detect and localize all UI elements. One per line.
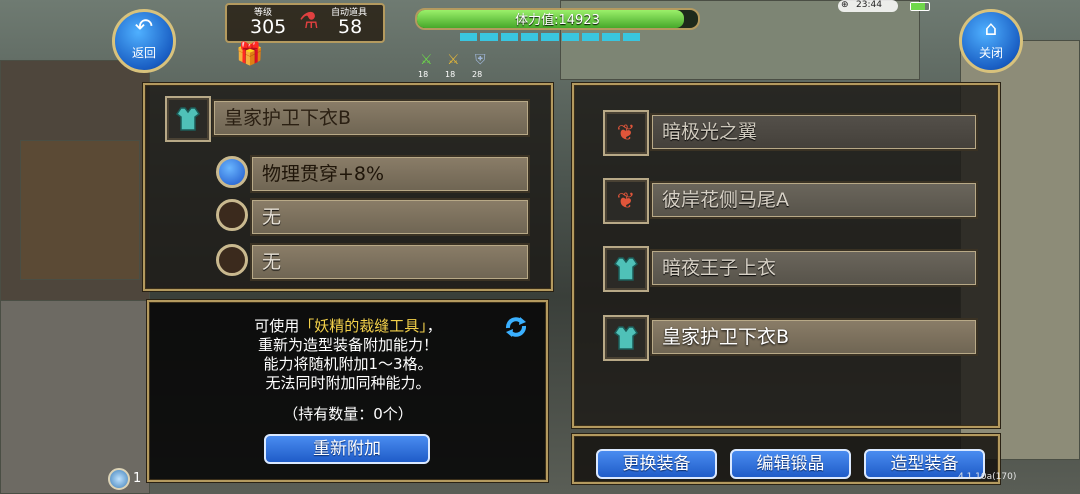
info-line1-suffix: ， <box>426 317 442 335</box>
equip-3-row[interactable]: 暗夜王子上衣 <box>650 249 978 287</box>
battery-icon <box>910 2 930 11</box>
equip-2-row[interactable]: 彼岸花侧马尾A <box>650 181 978 219</box>
ability-2-orb <box>216 199 248 231</box>
armor-icon <box>175 107 201 131</box>
reattach-button[interactable]: 重新附加 <box>264 434 430 464</box>
equip-4-name: 皇家护卫下衣B <box>662 326 790 348</box>
buff-1-value: 18 <box>418 70 429 79</box>
armor-icon <box>613 257 639 281</box>
item-name: 皇家护卫下衣B <box>224 107 352 129</box>
info-line-1: 可使用「妖精的裁缝工具」， <box>158 317 538 336</box>
gift-icon[interactable]: 🎁 <box>236 42 266 70</box>
ability-3-orb <box>216 244 248 276</box>
back-button[interactable]: ↶ 返回 <box>112 9 176 73</box>
info-line1-prefix: 可使用 <box>254 317 300 335</box>
tool-name: 「妖精的裁缝工具」 <box>299 317 427 335</box>
refresh-icon[interactable] <box>503 314 529 340</box>
back-arrow-icon: ↶ <box>134 15 154 40</box>
stamina-text: 体力值:14923 <box>515 13 600 28</box>
clock-icon: ⊕ <box>841 0 849 10</box>
chat-icon[interactable] <box>108 468 130 490</box>
background-door <box>20 140 140 280</box>
back-label: 返回 <box>131 46 156 60</box>
ability-1-row[interactable]: 物理贯穿+8% <box>250 155 530 193</box>
version-text: 4.1.10a(170) <box>958 472 1017 482</box>
bow-icon: ❦ <box>616 188 636 214</box>
item-name-field: 皇家护卫下衣B <box>212 99 530 137</box>
buff-shield-icon: ⛨ <box>475 52 486 68</box>
equip-2-name: 彼岸花侧马尾A <box>662 189 789 211</box>
energy-pips <box>460 33 640 41</box>
close-label: 关闭 <box>978 46 1003 60</box>
potion-icon: ⚗ <box>299 9 319 34</box>
hold-count: （持有数量：0个） <box>283 405 413 423</box>
bottom-left-number: 1 <box>133 471 142 486</box>
equip-3-name: 暗夜王子上衣 <box>662 257 777 279</box>
equip-4-icon-box[interactable] <box>603 315 649 361</box>
ability-1-orb <box>216 156 248 188</box>
potion-value: 58 <box>338 16 363 38</box>
wing-icon: ❦ <box>616 120 636 146</box>
armor-icon <box>613 326 639 350</box>
clock-text: 23:44 <box>856 0 882 10</box>
level-value: 305 <box>250 16 287 38</box>
equip-4-row[interactable]: 皇家护卫下衣B <box>650 318 978 356</box>
background-ground <box>0 300 150 494</box>
ability-2-text: 无 <box>262 206 282 228</box>
buff-2-value: 18 <box>445 70 456 79</box>
ability-2-row[interactable]: 无 <box>250 198 530 236</box>
buff-3-value: 28 <box>472 70 483 79</box>
equip-1-name: 暗极光之翼 <box>662 121 758 143</box>
ability-3-row[interactable]: 无 <box>250 243 530 281</box>
home-icon: ⌂ <box>984 16 998 40</box>
equip-3-icon-box[interactable] <box>603 246 649 292</box>
info-line-4: 无法同时附加同种能力。 <box>265 374 431 392</box>
equip-2-icon-box[interactable]: ❦ <box>603 178 649 224</box>
info-text: 可使用「妖精的裁缝工具」， 重新为造型装备附加能力！ 能力将随机附加1～3格。 … <box>158 317 538 424</box>
close-button[interactable]: ⌂ 关闭 <box>959 9 1023 73</box>
equip-1-icon-box[interactable]: ❦ <box>603 110 649 156</box>
ability-1-text: 物理贯穿+8% <box>262 163 385 185</box>
edit-crystal-button[interactable]: 编辑锻晶 <box>730 449 851 479</box>
ability-3-text: 无 <box>262 251 282 273</box>
change-equipment-button[interactable]: 更换装备 <box>596 449 717 479</box>
info-line-3: 能力将随机附加1～3格。 <box>263 355 433 373</box>
buff-blade-icon: ⚔ <box>447 52 460 68</box>
buff-sword-icon: ⚔ <box>420 52 433 68</box>
equip-1-row[interactable]: 暗极光之翼 <box>650 113 978 151</box>
info-line-2: 重新为造型装备附加能力！ <box>257 336 438 354</box>
item-slot-icon[interactable] <box>165 96 211 142</box>
